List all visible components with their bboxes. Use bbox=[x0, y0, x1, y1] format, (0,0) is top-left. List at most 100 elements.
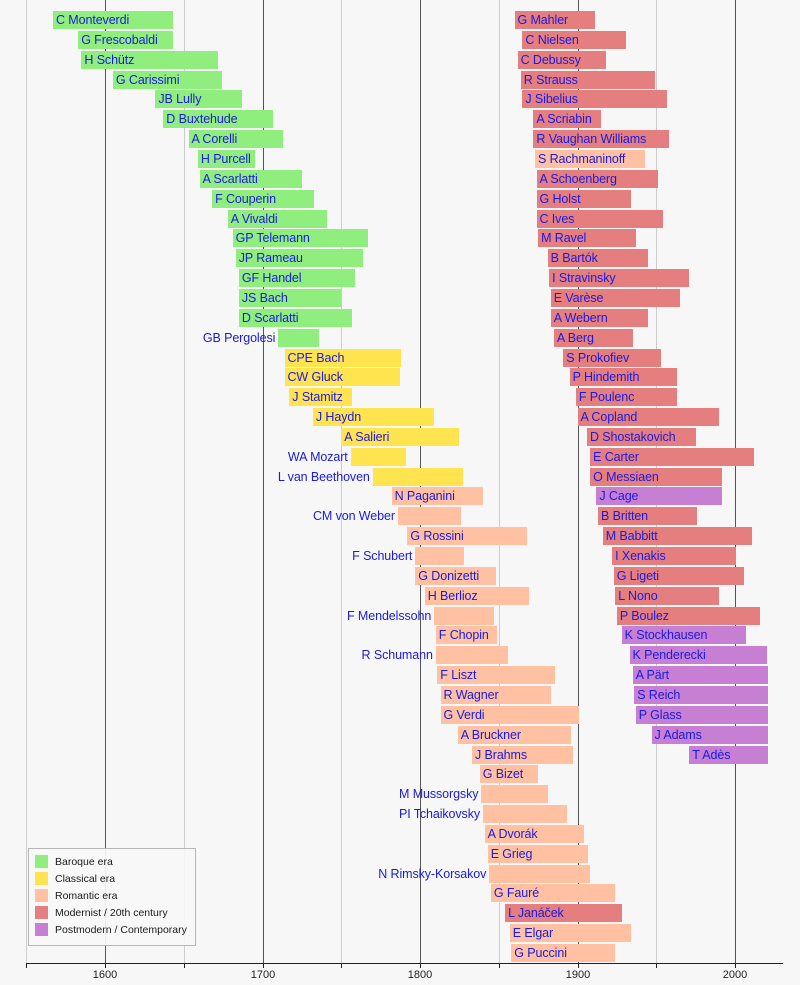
legend-item-0[interactable]: Baroque era bbox=[35, 854, 189, 870]
timeline-bar[interactable]: H Berlioz bbox=[424, 586, 529, 605]
timeline-bar-label: K Stockhausen bbox=[624, 628, 708, 643]
timeline-bar[interactable]: C Debussy bbox=[517, 50, 606, 69]
timeline-bar[interactable]: WA Mozart bbox=[288, 447, 406, 466]
timeline-bar[interactable]: A Corelli bbox=[188, 130, 283, 149]
timeline-bar[interactable]: J Sibelius bbox=[522, 90, 668, 109]
timeline-bar[interactable]: J Haydn bbox=[312, 408, 435, 426]
timeline-bar[interactable]: F Schubert bbox=[352, 547, 465, 565]
timeline-bar[interactable]: A Pärt bbox=[632, 666, 768, 685]
timeline-bar[interactable]: E Grieg bbox=[487, 844, 589, 863]
timeline-bar-label: A Corelli bbox=[191, 132, 238, 147]
timeline-bar[interactable]: CW Gluck bbox=[284, 368, 400, 387]
timeline-bar[interactable]: E Elgar bbox=[509, 924, 632, 943]
timeline-bar[interactable]: R Strauss bbox=[520, 70, 655, 89]
timeline-bar[interactable]: H Schütz bbox=[81, 50, 219, 69]
timeline-bar[interactable]: A Webern bbox=[550, 308, 649, 327]
timeline-bar[interactable]: S Prokofiev bbox=[563, 348, 661, 367]
timeline-bar[interactable]: I Stravinsky bbox=[549, 269, 690, 288]
timeline-bar-label: GB Pergolesi bbox=[202, 330, 276, 345]
timeline-bar[interactable]: A Scriabin bbox=[533, 110, 602, 129]
timeline-bar[interactable]: J Adams bbox=[651, 725, 768, 744]
timeline-bar[interactable]: GP Telemann bbox=[232, 229, 368, 248]
timeline-bar-label: C Nielsen bbox=[525, 32, 579, 47]
timeline-bar[interactable]: G Bizet bbox=[479, 765, 539, 784]
timeline-bar[interactable]: R Wagner bbox=[440, 685, 551, 704]
timeline-bar[interactable]: D Shostakovich bbox=[587, 427, 696, 446]
timeline-bar[interactable]: G Mahler bbox=[514, 11, 595, 29]
timeline-bar[interactable]: G Donizetti bbox=[415, 566, 496, 585]
timeline-bar[interactable]: J Cage bbox=[596, 487, 723, 506]
timeline-bar-label: M Mussorgsky bbox=[399, 787, 479, 802]
timeline-bar[interactable]: A Dvorák bbox=[484, 824, 584, 843]
timeline-bar[interactable]: J Stamitz bbox=[289, 388, 353, 407]
timeline-bar[interactable]: B Bartók bbox=[547, 249, 649, 268]
timeline-bar[interactable]: T Adès bbox=[689, 745, 769, 764]
timeline-bar[interactable]: R Vaughan Williams bbox=[533, 130, 669, 149]
timeline-bar[interactable]: G Ligeti bbox=[613, 566, 745, 585]
timeline-bar[interactable]: D Scarlatti bbox=[238, 308, 353, 327]
timeline-bar[interactable]: F Mendelssohn bbox=[347, 606, 494, 625]
timeline-bar[interactable]: PI Tchaikovsky bbox=[399, 805, 567, 823]
timeline-bar[interactable]: K Penderecki bbox=[629, 646, 767, 665]
x-axis-minor-tick-1750 bbox=[341, 963, 342, 968]
timeline-bar[interactable]: G Rossini bbox=[407, 527, 528, 546]
timeline-bar[interactable]: F Chopin bbox=[435, 626, 498, 645]
timeline-bar[interactable]: GF Handel bbox=[238, 269, 356, 288]
timeline-bar[interactable]: I Xenakis bbox=[612, 547, 737, 565]
timeline-bar[interactable]: K Stockhausen bbox=[621, 626, 746, 645]
timeline-bar[interactable]: L Janáček bbox=[505, 904, 622, 923]
timeline-bar[interactable]: A Vivaldi bbox=[227, 209, 327, 228]
timeline-bar[interactable]: F Couperin bbox=[212, 189, 315, 208]
timeline-bar[interactable]: JP Rameau bbox=[235, 249, 364, 268]
timeline-bar[interactable]: E Carter bbox=[590, 447, 754, 466]
timeline-bar[interactable]: A Bruckner bbox=[457, 725, 572, 744]
timeline-bar[interactable]: R Schumann bbox=[362, 646, 509, 665]
timeline-bar[interactable]: P Glass bbox=[635, 705, 769, 724]
timeline-bar[interactable]: M Mussorgsky bbox=[399, 785, 548, 804]
timeline-bar[interactable]: N Paganini bbox=[391, 487, 483, 506]
legend-item-4[interactable]: Postmodern / Contemporary bbox=[35, 922, 189, 938]
timeline-bar[interactable]: A Schoenberg bbox=[536, 169, 658, 188]
timeline-bar[interactable]: G Frescobaldi bbox=[78, 30, 173, 49]
timeline-bar[interactable]: J Brahms bbox=[472, 745, 573, 764]
timeline-bar[interactable]: E Varèse bbox=[550, 288, 680, 307]
timeline-bar[interactable]: GB Pergolesi bbox=[203, 328, 320, 347]
timeline-bar[interactable]: O Messiaen bbox=[590, 467, 723, 486]
timeline-bar[interactable]: CM von Weber bbox=[313, 507, 461, 526]
timeline-bar[interactable]: P Boulez bbox=[616, 606, 761, 625]
timeline-bar[interactable]: S Reich bbox=[634, 685, 769, 704]
timeline-bar[interactable]: G Holst bbox=[536, 189, 631, 208]
timeline-bar[interactable]: S Rachmaninoff bbox=[535, 150, 646, 168]
legend-item-2[interactable]: Romantic era bbox=[35, 888, 189, 904]
timeline-bar-label: F Poulenc bbox=[578, 390, 635, 405]
timeline-bar[interactable]: N Rimsky-Korsakov bbox=[378, 864, 591, 883]
timeline-bar[interactable]: G Carissimi bbox=[112, 70, 222, 89]
timeline-bar[interactable]: D Buxtehude bbox=[163, 110, 274, 129]
timeline-bar-label: JP Rameau bbox=[238, 251, 303, 266]
timeline-bar-label: E Varèse bbox=[553, 290, 604, 305]
timeline-bar[interactable]: C Ives bbox=[536, 209, 663, 228]
timeline-bar[interactable]: P Hindemith bbox=[569, 368, 677, 387]
timeline-bar[interactable]: B Britten bbox=[598, 507, 698, 526]
timeline-bar[interactable]: JB Lully bbox=[155, 90, 242, 109]
timeline-bar[interactable]: G Verdi bbox=[440, 705, 580, 724]
timeline-bar[interactable]: F Liszt bbox=[437, 666, 556, 685]
timeline-bar[interactable]: L Nono bbox=[615, 586, 720, 605]
timeline-bar[interactable]: F Poulenc bbox=[575, 388, 677, 407]
timeline-bar[interactable]: CPE Bach bbox=[284, 348, 402, 367]
timeline-bar[interactable]: JS Bach bbox=[238, 288, 342, 307]
timeline-bar[interactable]: H Purcell bbox=[197, 150, 255, 168]
timeline-bar[interactable]: C Nielsen bbox=[522, 30, 627, 49]
timeline-bar[interactable]: A Copland bbox=[577, 408, 720, 426]
legend-item-3[interactable]: Modernist / 20th century bbox=[35, 905, 189, 921]
timeline-bar[interactable]: G Puccini bbox=[511, 944, 616, 962]
timeline-bar[interactable]: M Babbitt bbox=[602, 527, 753, 546]
timeline-bar[interactable]: A Berg bbox=[553, 328, 633, 347]
timeline-bar[interactable]: M Ravel bbox=[538, 229, 636, 248]
legend-item-1[interactable]: Classical era bbox=[35, 871, 189, 887]
timeline-bar[interactable]: G Fauré bbox=[490, 884, 616, 903]
timeline-bar[interactable]: A Scarlatti bbox=[199, 169, 302, 188]
timeline-bar[interactable]: L van Beethoven bbox=[278, 467, 463, 486]
timeline-bar[interactable]: A Salieri bbox=[341, 427, 460, 446]
timeline-bar[interactable]: C Monteverdi bbox=[53, 11, 173, 29]
